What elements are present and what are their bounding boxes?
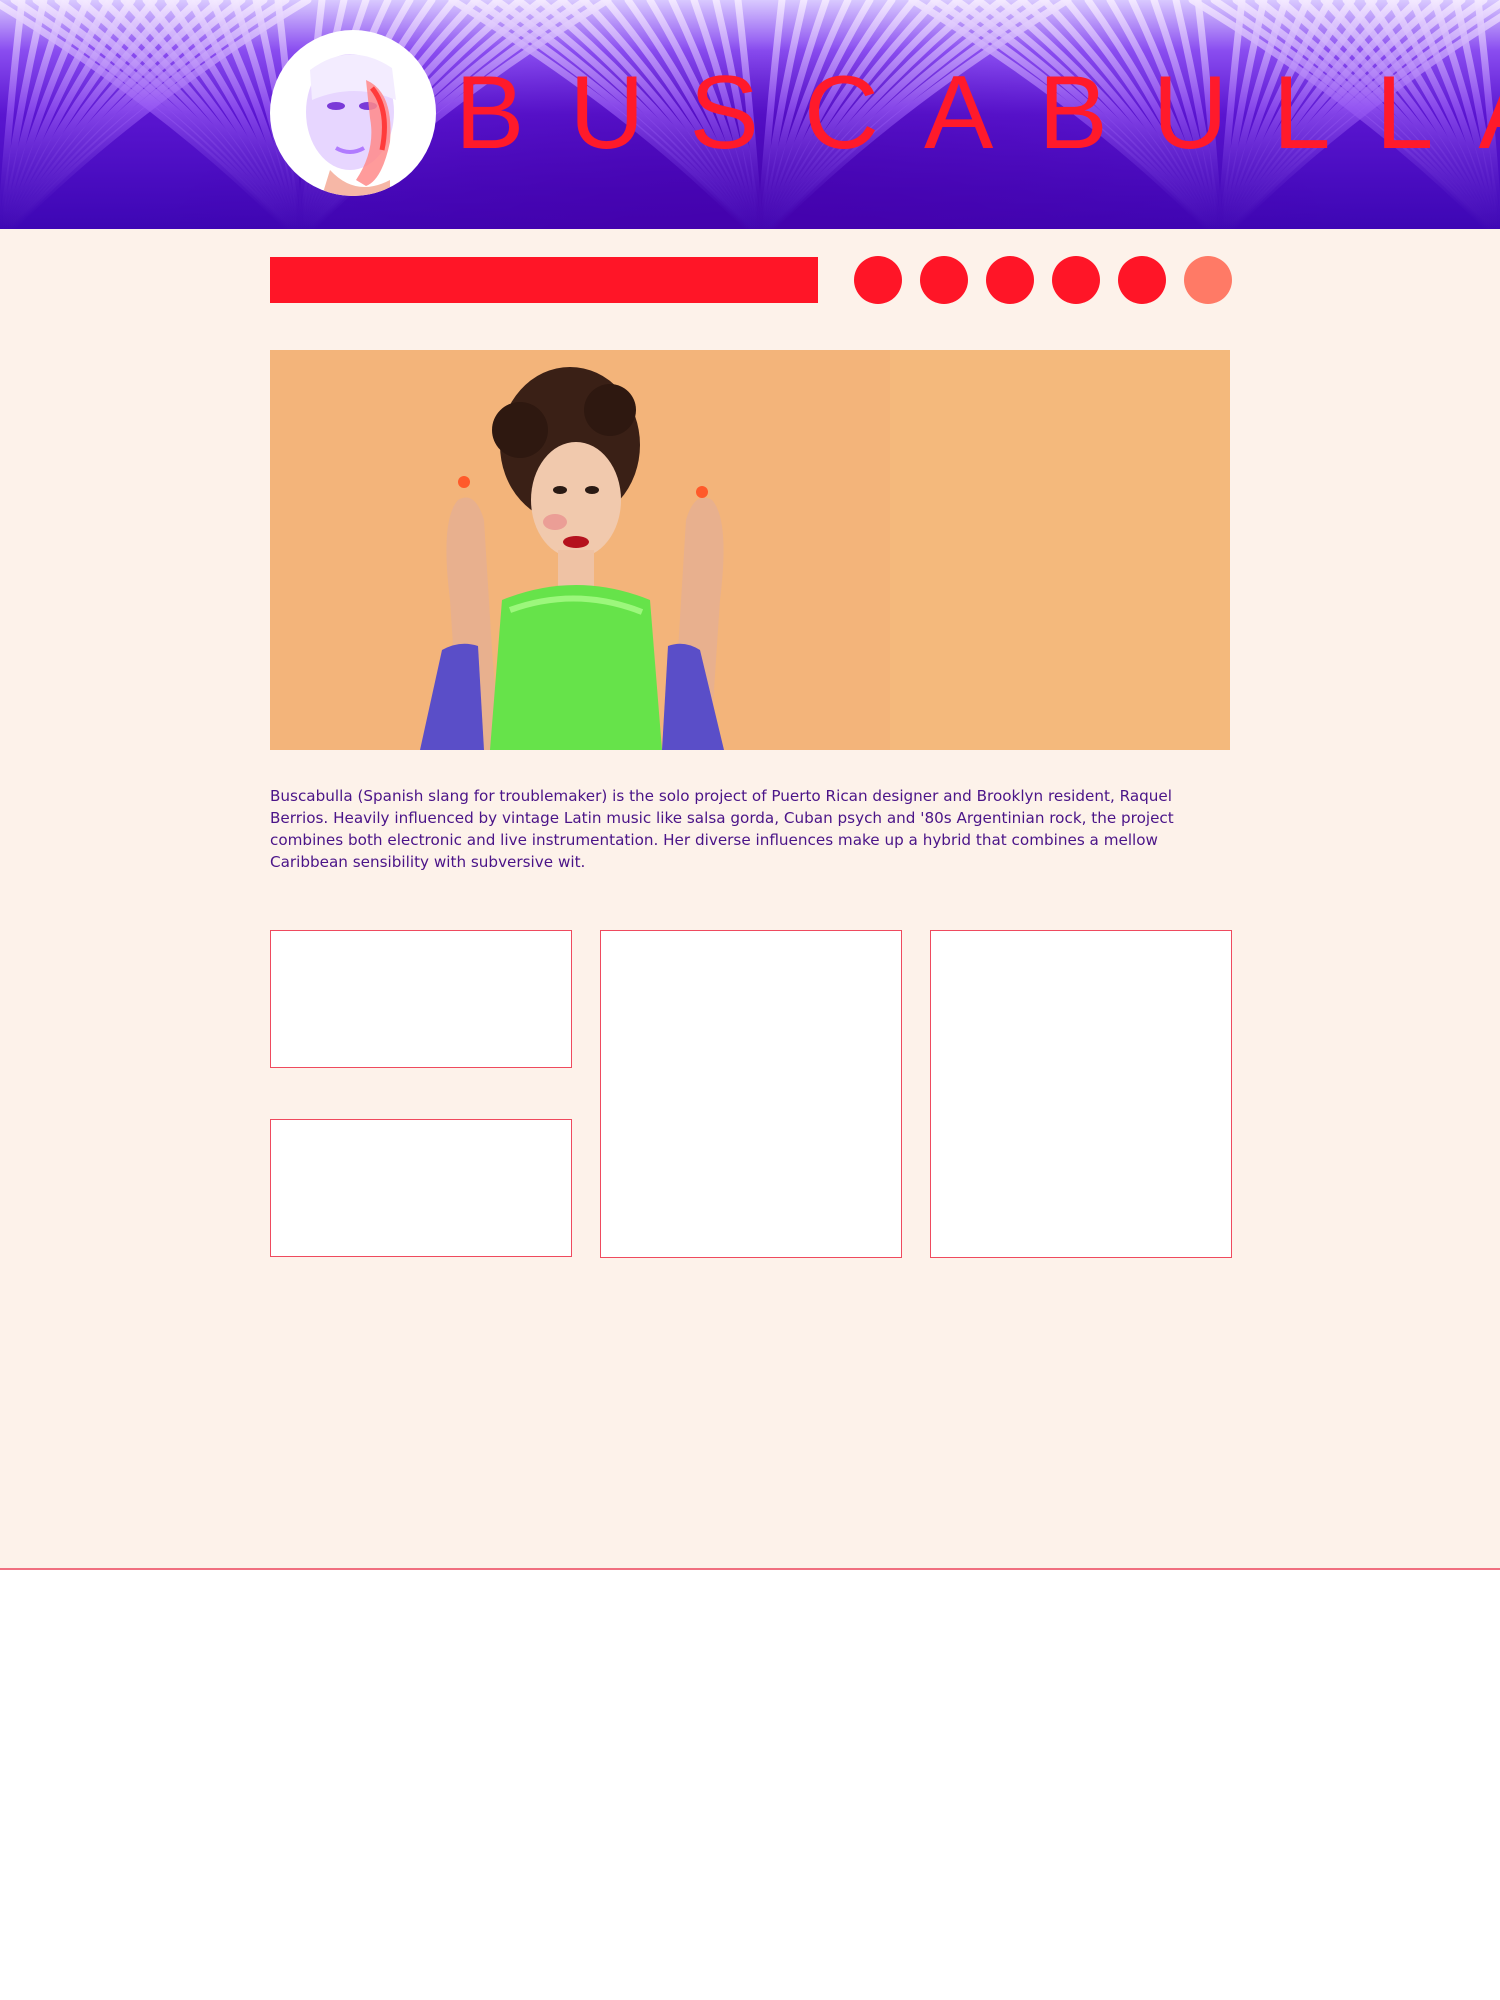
social-icon-2[interactable] <box>920 256 968 304</box>
menu-bar[interactable] <box>270 257 818 303</box>
hero-photo <box>270 350 1230 750</box>
page: BUSCABULLA Buscabulla (Spanish slang for… <box>0 0 1500 2000</box>
header-banner: BUSCABULLA <box>0 0 1500 229</box>
social-icon-1[interactable] <box>854 256 902 304</box>
site-title[interactable]: BUSCABULLA <box>455 58 1500 168</box>
social-icon-5[interactable] <box>1118 256 1166 304</box>
content-card-2[interactable] <box>270 1119 572 1257</box>
footer <box>0 1570 1500 2000</box>
content-card-1[interactable] <box>270 930 572 1068</box>
content-card-4[interactable] <box>930 930 1232 1258</box>
portrait-avatar-icon <box>306 54 396 196</box>
bio-text: Buscabulla (Spanish slang for troublemak… <box>270 787 1174 871</box>
social-icon-4[interactable] <box>1052 256 1100 304</box>
social-icon-3[interactable] <box>986 256 1034 304</box>
content-card-3[interactable] <box>600 930 902 1258</box>
social-icon-6[interactable] <box>1184 256 1232 304</box>
artist-photo <box>270 350 1230 750</box>
main-content: Buscabulla (Spanish slang for troublemak… <box>0 229 1500 1570</box>
avatar[interactable] <box>270 30 436 196</box>
